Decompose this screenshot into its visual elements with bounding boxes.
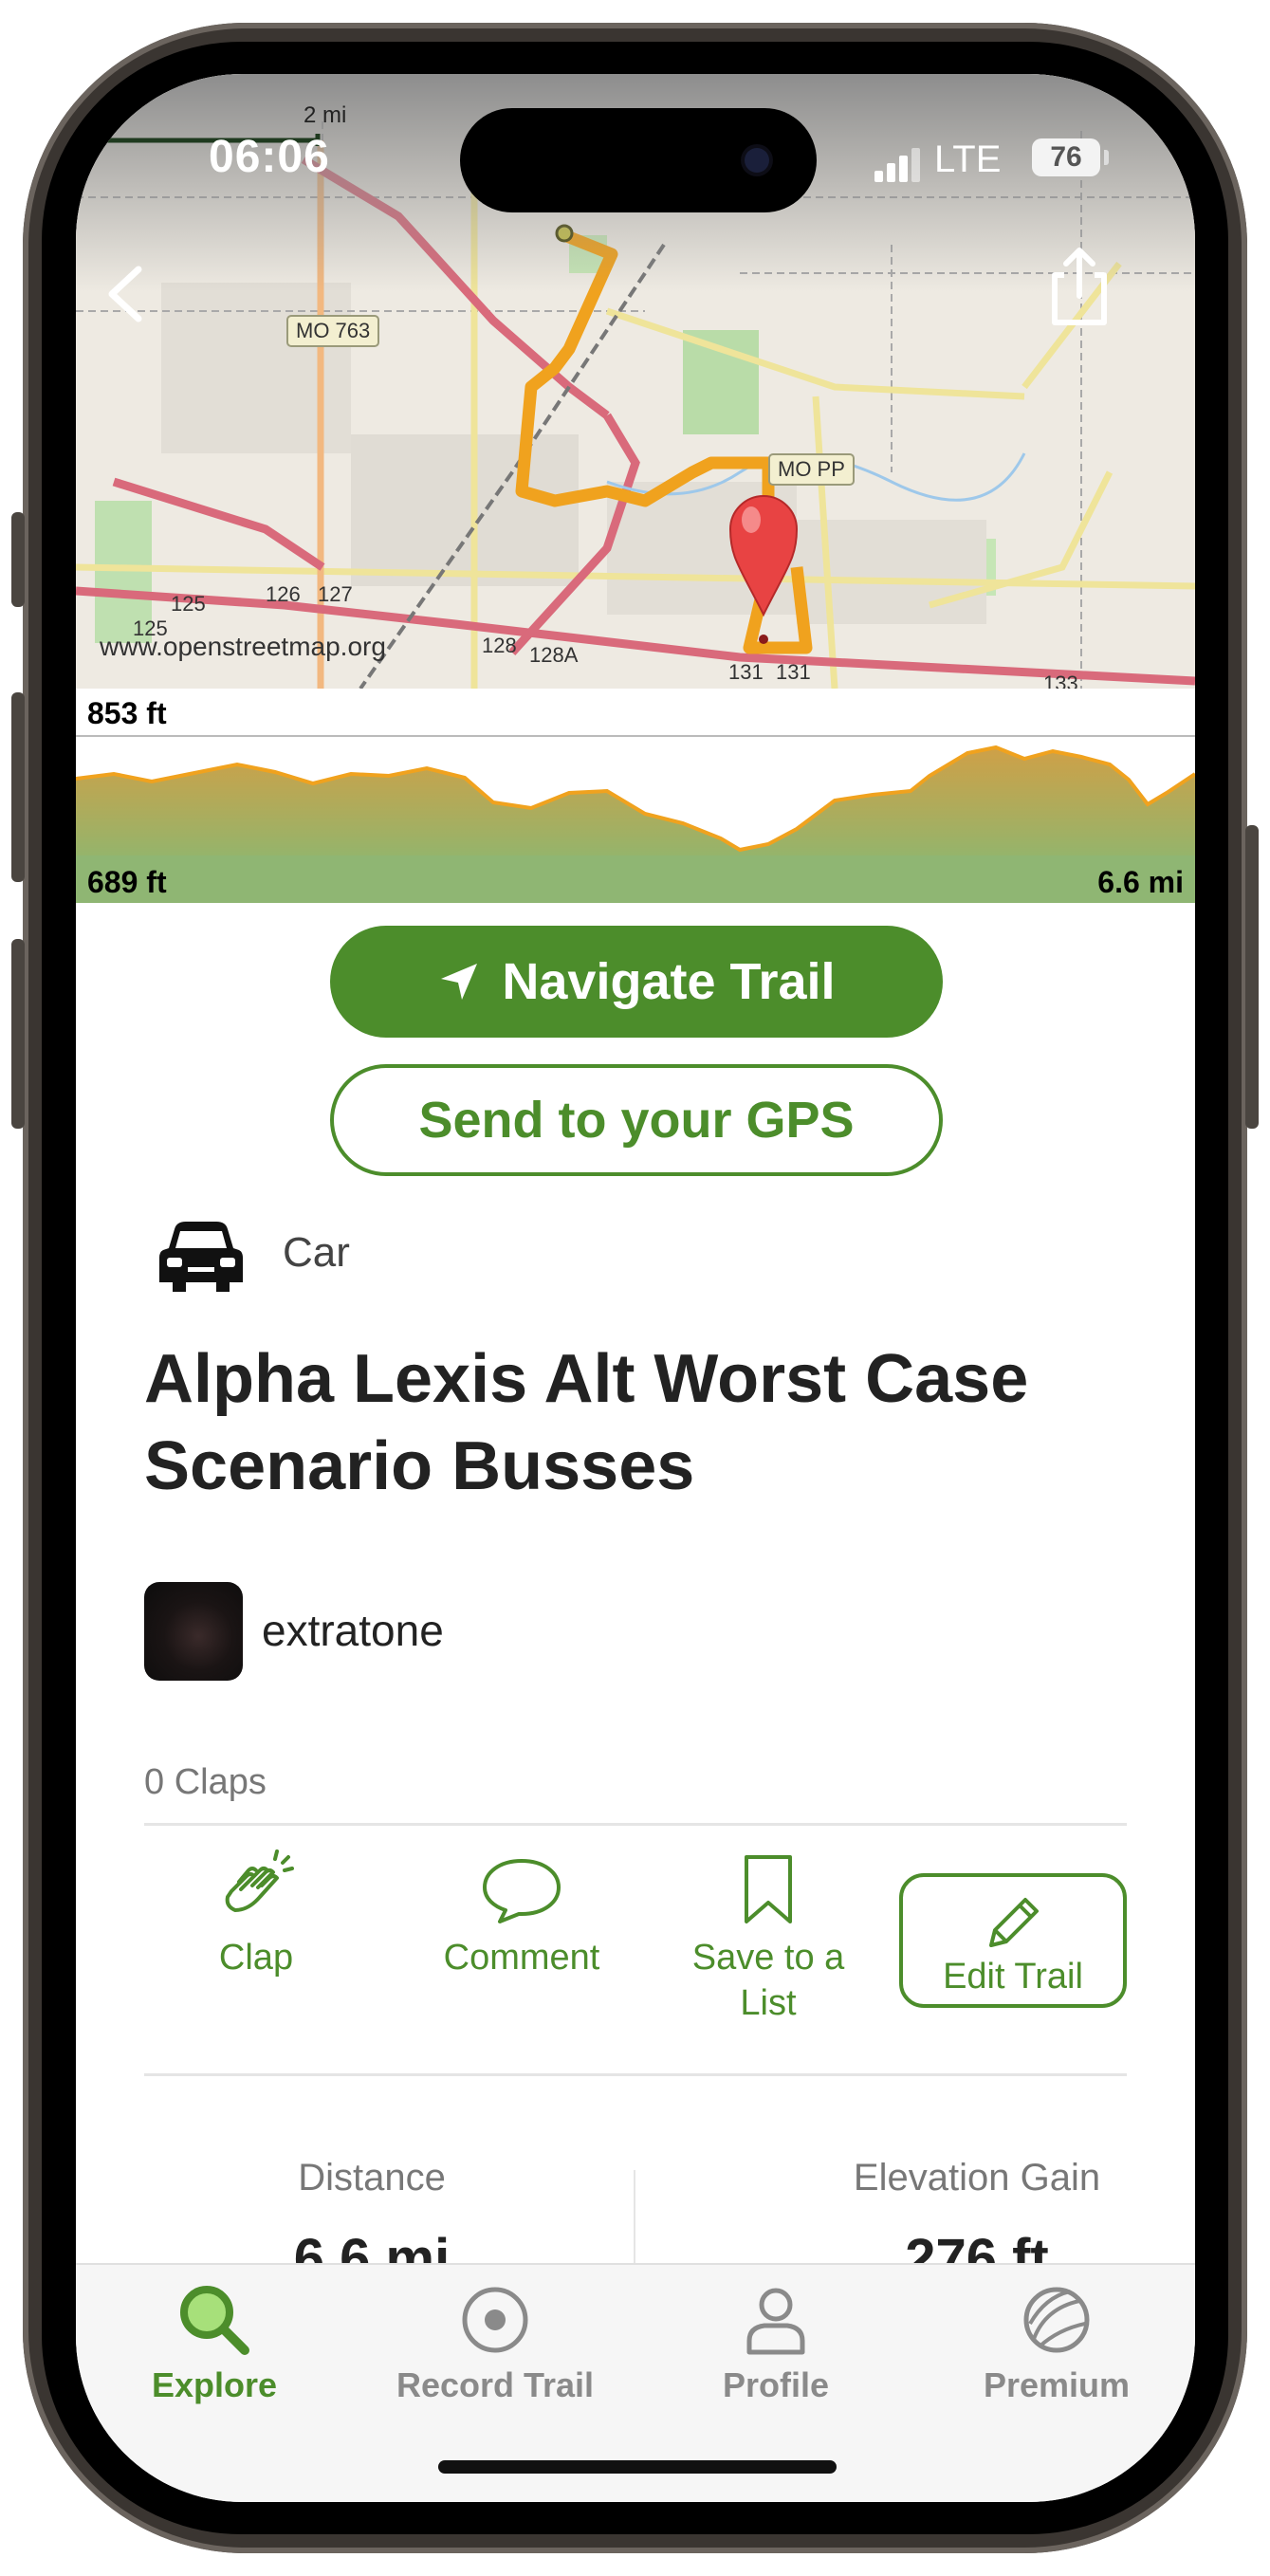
road-label-mopp: MO PP [768,453,855,486]
network-type: LTE [934,138,1002,180]
chevron-left-icon [108,266,142,322]
app-screen: 2 mi MO 763 MO PP 125 126 127 128 128A 1… [76,74,1195,2502]
tab-premium[interactable]: Premium [943,2280,1170,2405]
tab-record-trail[interactable]: Record Trail [381,2280,609,2405]
road-label-128a: 128A [529,643,579,667]
elevation-min-label: 689 ft [87,865,167,899]
edit-trail-button[interactable]: Edit Trail [899,1873,1127,2008]
map-credit[interactable]: www.openstreetmap.org [100,632,386,662]
action-button [11,512,25,607]
send-to-gps-label: Send to your GPS [418,1092,855,1149]
author-avatar[interactable] [144,1582,243,1681]
power-button [1245,825,1259,1129]
search-icon [180,2286,249,2355]
road-label-131a: 131 [728,660,764,684]
battery-tip [1104,150,1109,165]
divider-bottom [144,2073,1127,2076]
tab-record-trail-label: Record Trail [396,2365,595,2404]
edit-trail-label: Edit Trail [943,1957,1083,1996]
road-label-133: 133 [1043,672,1078,689]
road-label-126: 126 [266,582,301,606]
elevation-max-label: 853 ft [87,696,167,730]
comment-label: Comment [443,1938,600,1978]
end-pin-icon [728,495,799,644]
tab-profile-label: Profile [722,2365,830,2404]
navigation-arrow-icon [441,964,478,1000]
profile-icon [746,2288,805,2355]
tab-explore-label: Explore [151,2365,278,2404]
home-indicator [438,2460,837,2474]
save-to-list-button[interactable]: Save to a List [664,1848,873,2026]
activity-type-label: Car [283,1229,350,1276]
bookmark-icon [745,1855,792,1923]
comment-icon [483,1859,561,1923]
road-label-125: 125 [171,592,206,616]
comment-button[interactable]: Comment [417,1848,626,1980]
elevation-profile[interactable]: 853 ft 689 ft 6.6 mi [76,689,1195,903]
tab-premium-label: Premium [983,2365,1131,2404]
volume-down-button [11,939,25,1129]
road-label-mo763: MO 763 [286,315,380,347]
elevation-gain-label: Elevation Gain [853,2157,1101,2199]
front-camera [745,148,769,173]
battery-icon: 76 [1032,138,1100,176]
navigate-trail-label: Navigate Trail [502,953,836,1010]
author-username[interactable]: extratone [262,1605,444,1656]
road-label-128: 128 [482,634,517,657]
navigate-trail-button[interactable]: Navigate Trail [330,926,943,1038]
back-button[interactable] [93,256,159,332]
clap-button[interactable]: Clap [171,1848,341,1980]
volume-up-button [11,692,25,882]
claps-count: 0 Claps [144,1762,267,1802]
share-icon [1052,248,1107,325]
map-scale-label: 2 mi [304,102,347,128]
car-icon [156,1212,247,1297]
elevation-chart [76,735,1195,903]
pencil-icon [989,1898,1039,1947]
signal-icon [874,148,922,182]
clap-icon [225,1849,294,1912]
record-icon [462,2287,528,2353]
road-label-127: 127 [318,582,353,606]
send-to-gps-button[interactable]: Send to your GPS [330,1064,943,1176]
distance-label: Distance [298,2157,446,2199]
premium-globe-icon [1023,2287,1090,2353]
trail-title: Alpha Lexis Alt Worst Case Scenario Buss… [144,1341,1029,1504]
tab-profile[interactable]: Profile [662,2280,890,2405]
save-to-list-label: Save to a List [691,1938,845,2023]
share-button[interactable] [1041,245,1117,330]
clap-label: Clap [218,1938,294,1978]
divider-top [144,1823,1127,1826]
road-label-131b: 131 [776,660,811,684]
elevation-distance-label: 6.6 mi [1097,865,1184,899]
status-time: 06:06 [209,132,330,182]
tab-explore[interactable]: Explore [101,2280,328,2405]
